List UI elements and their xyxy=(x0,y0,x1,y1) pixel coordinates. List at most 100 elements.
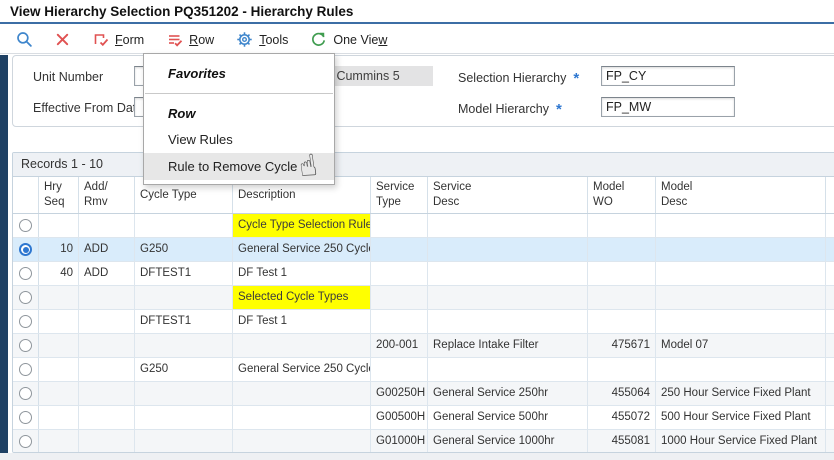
row-select-radio[interactable] xyxy=(13,214,39,237)
records-grid: Records 1 - 10 HrySeq Add/Rmv Cycle Type… xyxy=(12,152,834,453)
radio-icon[interactable] xyxy=(19,315,32,328)
cell-cycle-type xyxy=(135,406,233,429)
cell-description xyxy=(233,334,371,357)
cell-description xyxy=(233,406,371,429)
cell-cycle-type: G250 xyxy=(135,358,233,381)
radio-icon[interactable] xyxy=(19,435,32,448)
cell-clipped xyxy=(826,310,834,333)
cell-clipped xyxy=(826,358,834,381)
cell-service-desc: General Service 500hr xyxy=(428,406,588,429)
cell-model-wo xyxy=(588,262,656,285)
header-form-panel: Unit Number Engine 5 - Cummins 5 Effecti… xyxy=(12,55,834,127)
row-menu-button[interactable]: Row xyxy=(158,29,222,51)
table-row[interactable]: G01000H General Service 1000hr 455081 10… xyxy=(13,430,834,453)
table-row[interactable]: 10 ADD G250 General Service 250 Cycle xyxy=(13,238,834,262)
cell-service-desc xyxy=(428,310,588,333)
form-menu-label: Form xyxy=(115,33,144,47)
row-select-radio[interactable] xyxy=(13,430,39,453)
column-header-model-wo[interactable]: ModelWO xyxy=(588,177,656,213)
cell-service-type xyxy=(371,310,428,333)
cell-clipped xyxy=(826,334,834,357)
cell-description: General Service 250 Cycle xyxy=(233,358,371,381)
cell-service-desc xyxy=(428,286,588,309)
cell-add-rmv xyxy=(79,358,135,381)
radio-icon[interactable] xyxy=(19,243,32,256)
cell-service-type: G00500H xyxy=(371,406,428,429)
one-view-label: One View xyxy=(333,33,387,47)
cell-model-wo: 475671 xyxy=(588,334,656,357)
toolbar: Form Row Tools One View xyxy=(0,26,834,54)
column-header-service-type[interactable]: ServiceType xyxy=(371,177,428,213)
cell-clipped xyxy=(826,430,834,453)
table-row[interactable]: Cycle Type Selection Rules xyxy=(13,214,834,238)
cell-service-type: 200-001 xyxy=(371,334,428,357)
selection-hierarchy-input[interactable] xyxy=(601,66,735,86)
table-row[interactable]: G00500H General Service 500hr 455072 500… xyxy=(13,406,834,430)
row-select-radio[interactable] xyxy=(13,262,39,285)
table-row[interactable]: 40 ADD DFTEST1 DF Test 1 xyxy=(13,262,834,286)
row-select-radio[interactable] xyxy=(13,406,39,429)
column-header-service-desc[interactable]: ServiceDesc xyxy=(428,177,588,213)
form-menu-button[interactable]: Form xyxy=(84,29,152,51)
cell-model-desc: 500 Hour Service Fixed Plant xyxy=(656,406,826,429)
cell-clipped xyxy=(826,214,834,237)
required-icon: * xyxy=(573,70,579,87)
one-view-button[interactable]: One View xyxy=(302,28,395,51)
cell-hry-seq xyxy=(39,214,79,237)
cell-add-rmv: ADD xyxy=(79,262,135,285)
cell-model-desc xyxy=(656,310,826,333)
gear-icon xyxy=(236,31,253,48)
table-row[interactable]: DFTEST1 DF Test 1 xyxy=(13,310,834,334)
model-hierarchy-input[interactable] xyxy=(601,97,735,117)
cell-add-rmv: ADD xyxy=(79,238,135,261)
model-hierarchy-label: Model Hierarchy* xyxy=(458,101,562,118)
left-accent-bar xyxy=(0,55,8,455)
row-menu-icon xyxy=(166,32,183,48)
cell-model-desc xyxy=(656,214,826,237)
tools-menu-button[interactable]: Tools xyxy=(228,28,296,51)
close-button[interactable] xyxy=(47,29,78,50)
cell-service-desc: Replace Intake Filter xyxy=(428,334,588,357)
radio-icon[interactable] xyxy=(19,411,32,424)
table-row[interactable]: G00250H General Service 250hr 455064 250… xyxy=(13,382,834,406)
row-select-radio[interactable] xyxy=(13,382,39,405)
column-header-hry-seq[interactable]: HrySeq xyxy=(39,177,79,213)
cell-model-wo xyxy=(588,310,656,333)
cell-cycle-type: G250 xyxy=(135,238,233,261)
row-select-radio[interactable] xyxy=(13,238,39,261)
cell-service-type xyxy=(371,358,428,381)
radio-icon[interactable] xyxy=(19,291,32,304)
cell-service-type: G01000H xyxy=(371,430,428,453)
column-header-model-desc[interactable]: ModelDesc xyxy=(656,177,826,213)
table-row[interactable]: Selected Cycle Types xyxy=(13,286,834,310)
cell-service-type: G00250H xyxy=(371,382,428,405)
cell-add-rmv xyxy=(79,286,135,309)
cell-clipped xyxy=(826,262,834,285)
row-select-radio[interactable] xyxy=(13,286,39,309)
cell-cycle-type xyxy=(135,214,233,237)
cell-hry-seq xyxy=(39,286,79,309)
cell-description: Cycle Type Selection Rules xyxy=(233,214,371,237)
cell-cycle-type: DFTEST1 xyxy=(135,310,233,333)
row-select-radio[interactable] xyxy=(13,334,39,357)
search-button[interactable] xyxy=(8,28,41,51)
radio-icon[interactable] xyxy=(19,363,32,376)
menu-header-favorites: Favorites xyxy=(144,61,334,86)
cell-add-rmv xyxy=(79,430,135,453)
radio-icon[interactable] xyxy=(19,339,32,352)
column-header-add-rmv[interactable]: Add/Rmv xyxy=(79,177,135,213)
radio-icon[interactable] xyxy=(19,219,32,232)
column-header-select xyxy=(13,177,39,213)
row-select-radio[interactable] xyxy=(13,310,39,333)
table-row[interactable]: 200-001 Replace Intake Filter 475671 Mod… xyxy=(13,334,834,358)
radio-icon[interactable] xyxy=(19,387,32,400)
radio-icon[interactable] xyxy=(19,267,32,280)
cell-model-wo xyxy=(588,358,656,381)
menu-header-row: Row xyxy=(144,101,334,126)
form-menu-icon xyxy=(92,32,109,48)
cell-model-desc: 250 Hour Service Fixed Plant xyxy=(656,382,826,405)
row-select-radio[interactable] xyxy=(13,358,39,381)
cell-hry-seq xyxy=(39,358,79,381)
cell-description xyxy=(233,382,371,405)
table-row[interactable]: G250 General Service 250 Cycle xyxy=(13,358,834,382)
